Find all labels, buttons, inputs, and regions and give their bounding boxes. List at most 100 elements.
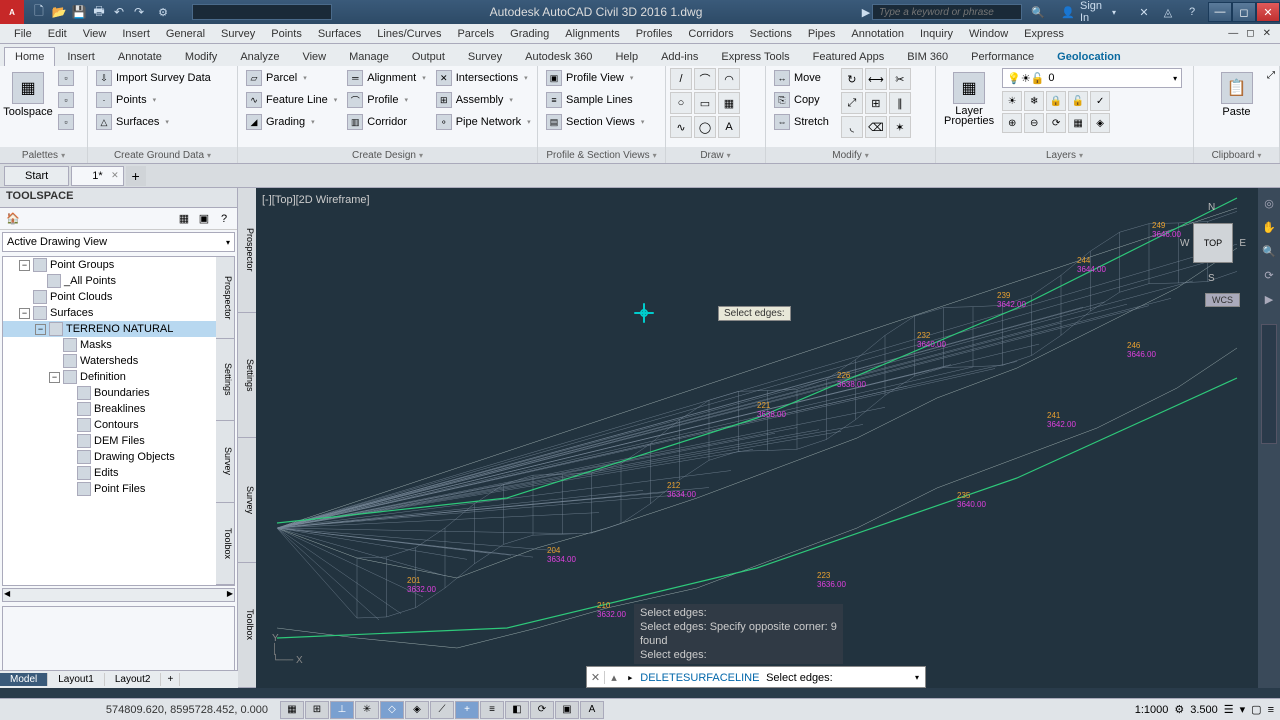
status-3dosnap-icon[interactable]: ◈ xyxy=(405,701,429,719)
ts-home-icon[interactable]: 🏠 xyxy=(4,210,22,228)
pipenetwork-button[interactable]: ⚬Pipe Network xyxy=(432,112,535,132)
layout-tab-2[interactable]: Layout2 xyxy=(105,673,162,686)
tree-all-points[interactable]: _All Points xyxy=(3,273,216,289)
status-dyn-icon[interactable]: + xyxy=(455,701,479,719)
app-logo[interactable]: A xyxy=(0,0,24,24)
tab-survey[interactable]: Survey xyxy=(457,47,513,66)
panel-title-draw[interactable]: Draw xyxy=(666,147,765,163)
tab-annotate[interactable]: Annotate xyxy=(107,47,173,66)
tree-drawing-objects[interactable]: Drawing Objects xyxy=(3,449,216,465)
palette-btn-1[interactable]: ▫ xyxy=(54,68,84,88)
status-otrack-icon[interactable]: ⟋ xyxy=(430,701,454,719)
infocenter-search-icon[interactable]: 🔍 xyxy=(1028,3,1048,21)
rotate-icon[interactable]: ↻ xyxy=(841,68,863,90)
exchange-icon[interactable]: ✕ xyxy=(1134,3,1154,21)
tree-point-groups[interactable]: −Point Groups xyxy=(3,257,216,273)
surfaces-button[interactable]: △Surfaces xyxy=(92,112,233,132)
layer-tool-5[interactable]: ✓ xyxy=(1090,91,1110,111)
tab-express-tools[interactable]: Express Tools xyxy=(710,47,800,66)
nav-zoom-slider[interactable] xyxy=(1261,324,1277,444)
tab-view[interactable]: View xyxy=(291,47,337,66)
layer-tool-2[interactable]: ❄ xyxy=(1024,91,1044,111)
side-tab-settings[interactable]: Settings xyxy=(238,313,256,438)
menu-surfaces[interactable]: Surfaces xyxy=(310,26,369,42)
trim-icon[interactable]: ✂ xyxy=(889,68,911,90)
tab-addins[interactable]: Add-ins xyxy=(650,47,709,66)
tab-featured-apps[interactable]: Featured Apps xyxy=(802,47,896,66)
toolspace-hscroll[interactable] xyxy=(2,588,235,602)
doc-tab-close-icon[interactable]: ✕ xyxy=(111,170,119,181)
doc-close-icon[interactable]: ✕ xyxy=(1260,28,1274,39)
palette-btn-2[interactable]: ▫ xyxy=(54,90,84,110)
profile-button[interactable]: ⌒Profile xyxy=(343,90,429,110)
cmdline-history-icon[interactable]: ▾ xyxy=(909,673,925,682)
tree-edits[interactable]: Edits xyxy=(3,465,216,481)
stretch-button[interactable]: ⇔Stretch xyxy=(770,112,839,132)
corridor-button[interactable]: ▥Corridor xyxy=(343,112,429,132)
workspace-search-input[interactable] xyxy=(192,4,332,20)
assembly-button[interactable]: ⊞Assembly xyxy=(432,90,535,110)
draw-spline-icon[interactable]: ∿ xyxy=(670,116,692,138)
tree-watersheds[interactable]: Watersheds xyxy=(3,353,216,369)
menu-profiles[interactable]: Profiles xyxy=(628,26,681,42)
layer-tool-3[interactable]: 🔒 xyxy=(1046,91,1066,111)
vtab-prospector[interactable]: Prospector xyxy=(216,257,234,339)
viewcube[interactable]: N S E W TOP xyxy=(1178,198,1248,288)
ts-btn-2[interactable]: ▣ xyxy=(195,210,213,228)
draw-rect-icon[interactable]: ▭ xyxy=(694,92,716,114)
tree-breaklines[interactable]: Breaklines xyxy=(3,401,216,417)
viewcube-face[interactable]: TOP xyxy=(1193,223,1233,263)
signin-button[interactable]: 👤 Sign In ▾ xyxy=(1052,3,1130,21)
layout-tab-1[interactable]: Layout1 xyxy=(48,673,105,686)
layer-tool-7[interactable]: ⊖ xyxy=(1024,113,1044,133)
scale-icon[interactable]: ⤢ xyxy=(841,92,863,114)
panel-title-profile-views[interactable]: Profile & Section Views xyxy=(538,147,665,163)
draw-ellipse-icon[interactable]: ◯ xyxy=(694,116,716,138)
menu-corridors[interactable]: Corridors xyxy=(680,26,741,42)
nav-wheel-icon[interactable]: ◎ xyxy=(1260,194,1278,212)
panel-title-layers[interactable]: Layers xyxy=(936,147,1193,163)
workspace-gear-icon[interactable]: ⚙ xyxy=(154,6,172,19)
menu-pipes[interactable]: Pipes xyxy=(800,26,844,42)
explode-icon[interactable]: ✶ xyxy=(889,116,911,138)
featureline-button[interactable]: ∿Feature Line xyxy=(242,90,341,110)
panel-title-ground-data[interactable]: Create Ground Data xyxy=(88,147,237,163)
doc-minimize-icon[interactable]: — xyxy=(1225,28,1241,39)
status-clean-icon[interactable]: ▢ xyxy=(1251,703,1261,716)
close-button[interactable]: ✕ xyxy=(1256,2,1280,22)
menu-inquiry[interactable]: Inquiry xyxy=(912,26,961,42)
minimize-button[interactable]: — xyxy=(1208,2,1232,22)
tree-masks[interactable]: Masks xyxy=(3,337,216,353)
menu-alignments[interactable]: Alignments xyxy=(557,26,627,42)
move-button[interactable]: ↔Move xyxy=(770,68,839,88)
profileview-button[interactable]: ▣Profile View xyxy=(542,68,648,88)
cmdline-expand-icon[interactable]: ▴ xyxy=(605,671,623,684)
qat-save-icon[interactable]: 💾 xyxy=(70,3,88,21)
tree-point-clouds[interactable]: Point Clouds xyxy=(3,289,216,305)
status-lwt-icon[interactable]: ≡ xyxy=(480,701,504,719)
status-anno-scale[interactable]: 3.500 xyxy=(1190,704,1218,716)
layout-tab-add[interactable]: + xyxy=(161,673,180,686)
maximize-button[interactable]: ◻ xyxy=(1232,2,1256,22)
tab-output[interactable]: Output xyxy=(401,47,456,66)
doc-restore-icon[interactable]: ◻ xyxy=(1243,28,1257,39)
layer-combo[interactable]: 💡 ☀ 🔓 0 ▾ xyxy=(1002,68,1182,88)
vtab-toolbox[interactable]: Toolbox xyxy=(216,503,234,585)
layout-tab-model[interactable]: Model xyxy=(0,673,48,686)
menu-annotation[interactable]: Annotation xyxy=(843,26,912,42)
qat-new-icon[interactable]: 🗋 xyxy=(30,3,48,21)
toolspace-button[interactable]: ▦ Toolspace xyxy=(4,68,52,122)
menu-sections[interactable]: Sections xyxy=(742,26,800,42)
doc-tab-start[interactable]: Start xyxy=(4,166,69,186)
intersections-button[interactable]: ✕Intersections xyxy=(432,68,535,88)
status-grid-icon[interactable]: ▦ xyxy=(280,701,304,719)
layer-tool-10[interactable]: ◈ xyxy=(1090,113,1110,133)
points-button[interactable]: ·Points xyxy=(92,90,233,110)
tab-modify[interactable]: Modify xyxy=(174,47,228,66)
menu-general[interactable]: General xyxy=(158,26,213,42)
parcel-button[interactable]: ▱Parcel xyxy=(242,68,341,88)
qat-undo-icon[interactable]: ↶ xyxy=(110,3,128,21)
tab-bim360[interactable]: BIM 360 xyxy=(896,47,959,66)
nav-zoom-icon[interactable]: 🔍 xyxy=(1260,242,1278,260)
status-ortho-icon[interactable]: ⊥ xyxy=(330,701,354,719)
